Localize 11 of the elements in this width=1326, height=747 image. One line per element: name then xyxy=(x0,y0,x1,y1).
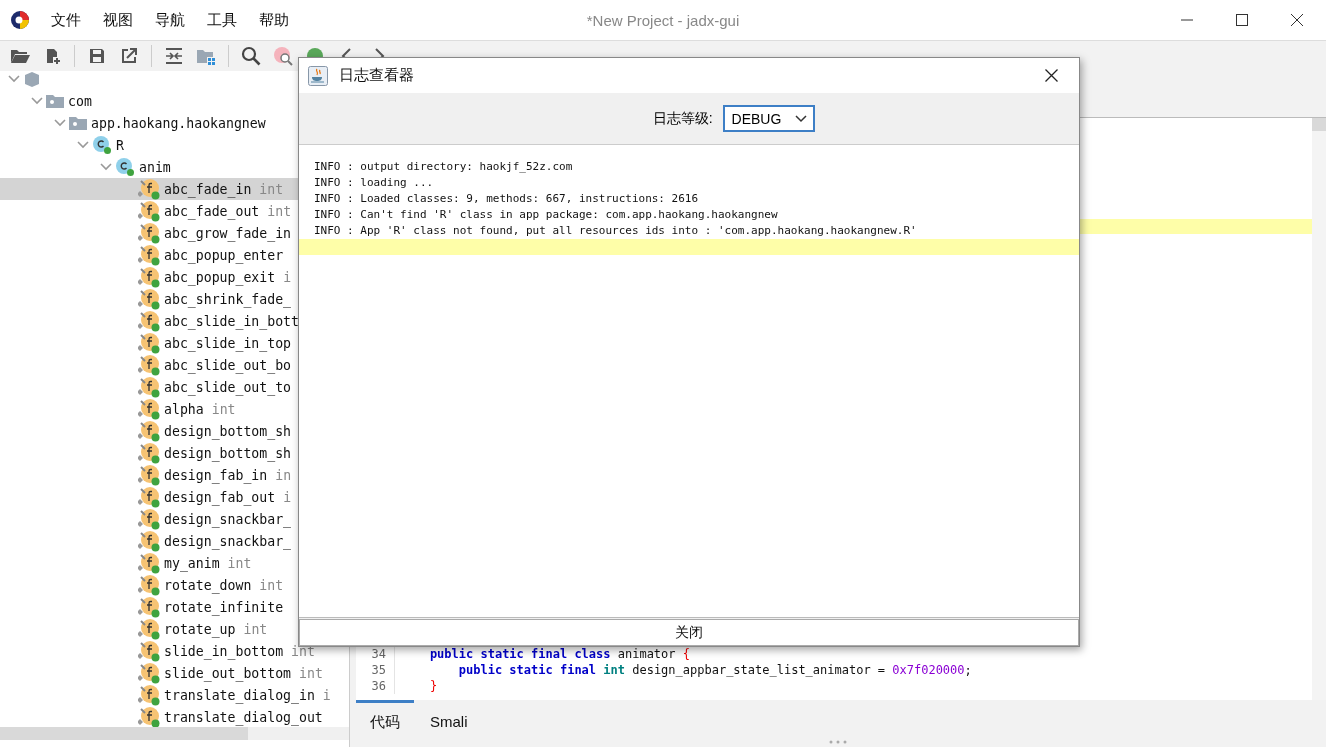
log-line: INFO : output directory: haokjf_52z.com xyxy=(313,159,574,175)
line-number: 36 xyxy=(356,678,395,694)
code-line: public static final class animator { xyxy=(428,647,690,661)
dialog-title: 日志查看器 xyxy=(339,66,414,85)
log-line: INFO : App 'R' class not found, put all resources ids into : 'com.app.haokang.haokangnew.R' xyxy=(313,223,918,239)
code-line: public static final int design_appbar_state_list_animator = 0x7f020000; xyxy=(457,663,972,677)
line-number: 35 xyxy=(356,662,395,678)
log-level-label: 日志等级: xyxy=(652,109,713,128)
window-title: *New Project - jadx-gui xyxy=(585,11,741,29)
code-line: } xyxy=(428,679,438,693)
log-line: INFO : Can't find 'R' class in app package: com.app.haokang.haokangnew xyxy=(313,207,779,223)
